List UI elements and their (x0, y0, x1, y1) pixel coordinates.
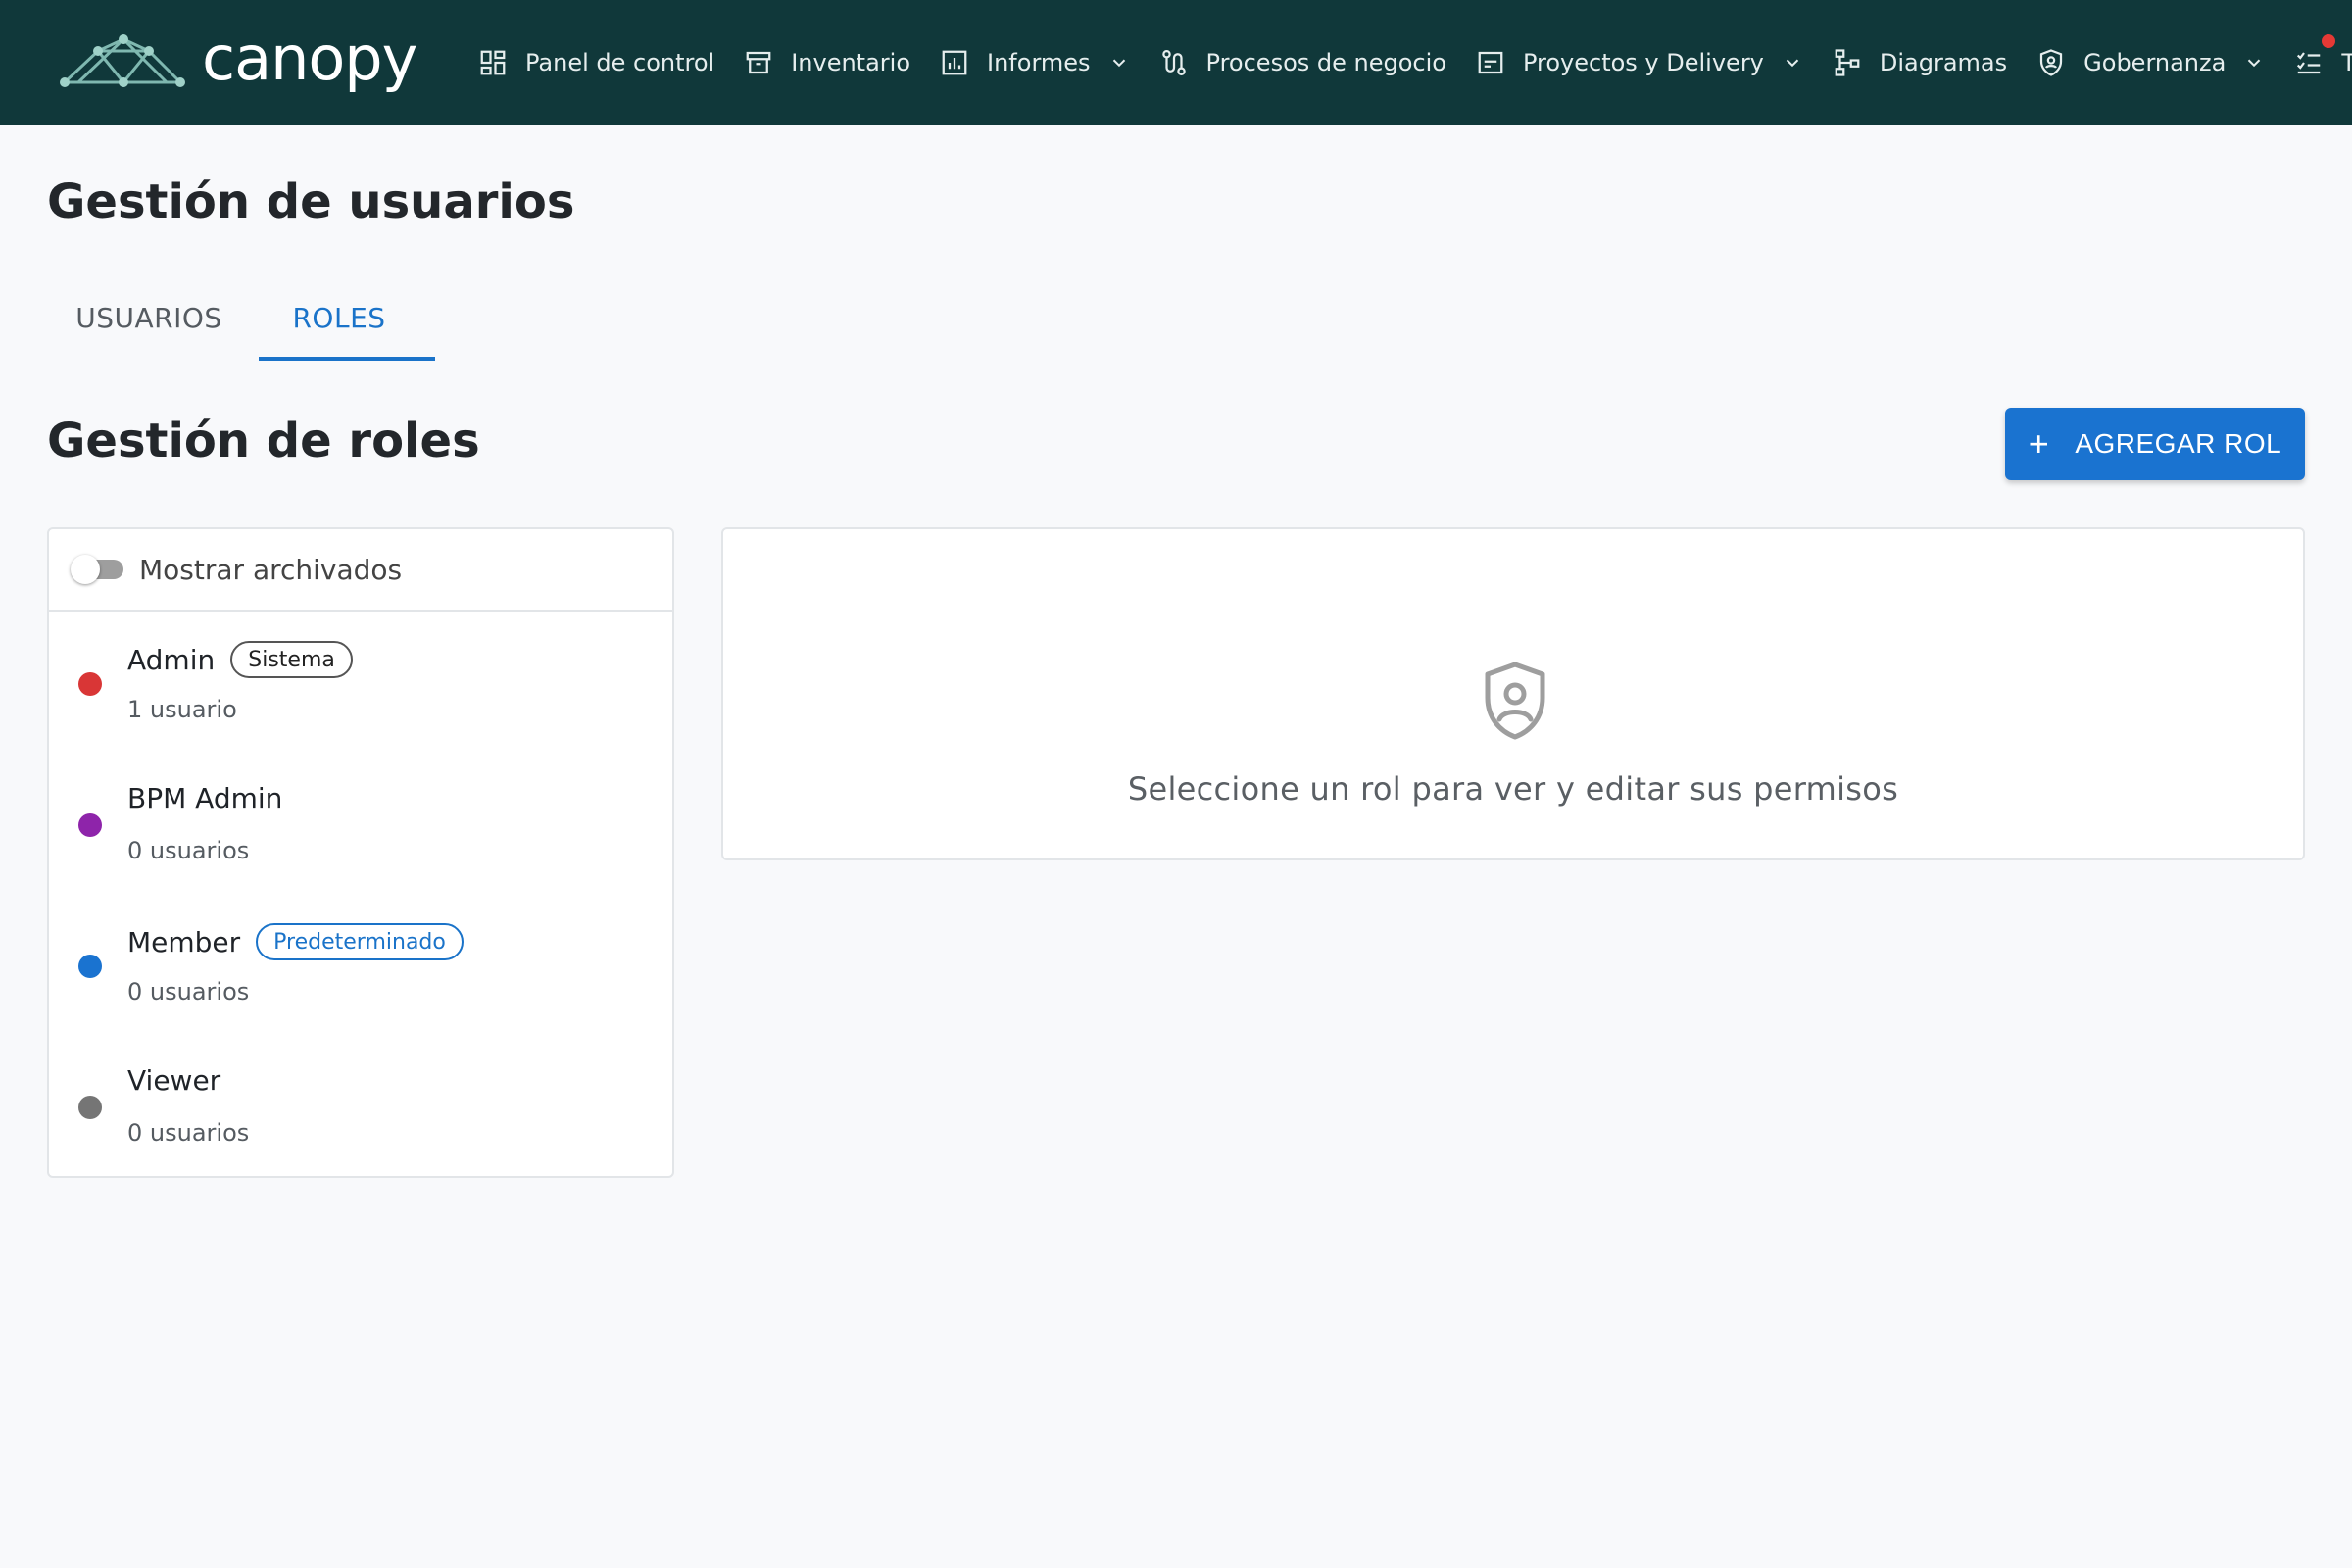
role-item-admin[interactable]: Admin Sistema 1 usuario (49, 612, 672, 753)
section-title: Gestión de roles (47, 414, 480, 468)
add-role-button[interactable]: + AGREGAR ROL (2005, 408, 2305, 480)
nav-item-procesos-de-negocio[interactable]: Procesos de negocio (1159, 48, 1446, 77)
show-archived-label: Mostrar archivados (139, 553, 403, 586)
page-title: Gestión de usuarios (47, 174, 575, 229)
nav-label: Informes (987, 49, 1091, 76)
chevron-down-icon (1108, 52, 1130, 74)
role-name: Member (127, 925, 241, 958)
roles-list-card: Mostrar archivados Admin Sistema 1 usuar… (47, 527, 674, 1178)
empty-state-message: Seleccione un rol para ver y editar sus … (1127, 770, 1899, 808)
canopy-network-icon (60, 34, 185, 87)
nav-item-tareas[interactable]: Tareas (2294, 34, 2352, 77)
top-navigation-bar: canopy Panel de control Inventario Infor… (0, 0, 2352, 125)
tab-usuarios[interactable]: USUARIOS (47, 274, 251, 361)
role-user-count: 0 usuarios (127, 1119, 250, 1147)
plus-icon: + (2028, 423, 2050, 464)
nav-label: Tareas (2341, 49, 2352, 76)
nav-item-panel-de-control[interactable]: Panel de control (478, 48, 714, 77)
role-name: BPM Admin (127, 782, 283, 814)
nav-label: Procesos de negocio (1205, 49, 1446, 76)
show-archived-toggle[interactable] (69, 553, 125, 586)
nav-label: Diagramas (1879, 49, 2008, 76)
role-badge-system: Sistema (230, 641, 353, 678)
role-user-count: 0 usuarios (127, 837, 250, 864)
project-icon (1476, 48, 1505, 77)
nav-label: Inventario (791, 49, 911, 76)
nav-item-informes[interactable]: Informes (940, 48, 1130, 77)
role-color-dot (78, 672, 102, 696)
nav-label: Gobernanza (2083, 49, 2227, 76)
nav-item-inventario[interactable]: Inventario (744, 48, 910, 77)
nav-label: Proyectos y Delivery (1522, 49, 1764, 76)
chevron-down-icon (1782, 52, 1803, 74)
archive-icon (744, 48, 773, 77)
role-item-member[interactable]: Member Predeterminado 0 usuarios (49, 894, 672, 1035)
role-name: Viewer (127, 1064, 221, 1097)
notification-badge (2322, 34, 2336, 48)
shield-icon (2036, 48, 2066, 77)
app-name: canopy (202, 23, 417, 94)
nav-item-gobernanza[interactable]: Gobernanza (2036, 48, 2265, 77)
role-color-dot (78, 813, 102, 837)
role-user-count: 0 usuarios (127, 978, 250, 1005)
user-management-tabs: USUARIOS ROLES (47, 274, 435, 361)
shield-user-icon (1485, 662, 1545, 740)
dashboard-icon (478, 48, 508, 77)
route-icon (1159, 48, 1189, 77)
role-badge-default: Predeterminado (256, 923, 464, 960)
nav-label: Panel de control (525, 49, 715, 76)
tree-diagram-icon (1833, 48, 1862, 77)
bar-chart-icon (940, 48, 969, 77)
role-user-count: 1 usuario (127, 696, 237, 723)
role-color-dot (78, 1096, 102, 1119)
role-detail-panel: Seleccione un rol para ver y editar sus … (721, 527, 2305, 860)
canopy-logo[interactable]: canopy (59, 23, 417, 98)
role-name: Admin (127, 643, 216, 676)
show-archived-row: Mostrar archivados (49, 529, 672, 612)
main-nav: Panel de control Inventario Informes Pro… (478, 0, 2352, 125)
nav-item-diagramas[interactable]: Diagramas (1833, 48, 2007, 77)
checklist-icon (2294, 48, 2324, 77)
add-role-label: AGREGAR ROL (2075, 428, 2282, 459)
role-color-dot (78, 955, 102, 978)
nav-item-proyectos-y-delivery[interactable]: Proyectos y Delivery (1476, 48, 1803, 77)
role-item-bpm-admin[interactable]: BPM Admin 0 usuarios (49, 753, 672, 894)
role-item-viewer[interactable]: Viewer 0 usuarios (49, 1035, 672, 1176)
chevron-down-icon (2243, 52, 2265, 74)
tab-roles[interactable]: ROLES (251, 274, 435, 361)
